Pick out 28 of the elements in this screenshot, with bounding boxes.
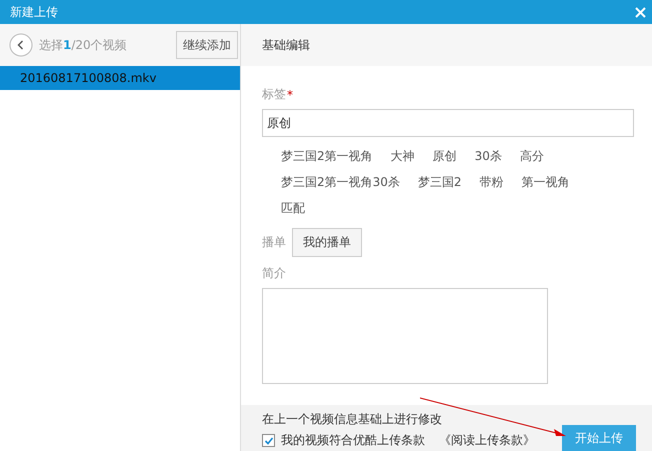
- tag-suggestion[interactable]: 高分: [520, 147, 544, 166]
- tags-input-field[interactable]: 原创: [262, 109, 634, 137]
- close-icon[interactable]: [635, 6, 646, 18]
- required-mark: *: [287, 88, 293, 102]
- tags-label: 标签: [262, 86, 286, 103]
- terms-link[interactable]: 《阅读上传条款》: [439, 432, 535, 449]
- agree-checkbox[interactable]: [262, 434, 275, 447]
- tag-suggestion[interactable]: 30杀: [474, 147, 502, 166]
- selection-count: 选择1/20个视频: [39, 36, 128, 54]
- tag-suggestion[interactable]: 梦三国2第一视角30杀: [281, 173, 400, 192]
- tag-suggestion[interactable]: 大神: [390, 147, 415, 166]
- tag-suggestion[interactable]: 匹配: [281, 199, 305, 218]
- add-more-button[interactable]: 继续添加: [176, 31, 238, 59]
- window-title: 新建上传: [10, 4, 58, 20]
- playlist-button[interactable]: 我的播单: [292, 228, 362, 257]
- footer-note: 在上一个视频信息基础上进行修改: [262, 411, 443, 428]
- intro-label: 简介: [262, 265, 287, 282]
- tag-suggestion[interactable]: 梦三国2: [418, 173, 462, 192]
- tag-suggestion[interactable]: 原创: [432, 147, 457, 166]
- back-icon[interactable]: [9, 33, 33, 57]
- tag-suggestion[interactable]: 第一视角: [522, 173, 570, 192]
- file-item[interactable]: 20160817100808.mkv: [0, 66, 240, 90]
- section-title: 基础编辑: [262, 36, 310, 54]
- tag-suggestion[interactable]: 带粉: [480, 173, 504, 192]
- tag-suggestion[interactable]: 梦三国2第一视角: [281, 147, 373, 166]
- playlist-label: 播单: [262, 234, 286, 251]
- intro-field[interactable]: [262, 288, 548, 384]
- agree-label: 我的视频符合优酷上传条款: [281, 432, 425, 449]
